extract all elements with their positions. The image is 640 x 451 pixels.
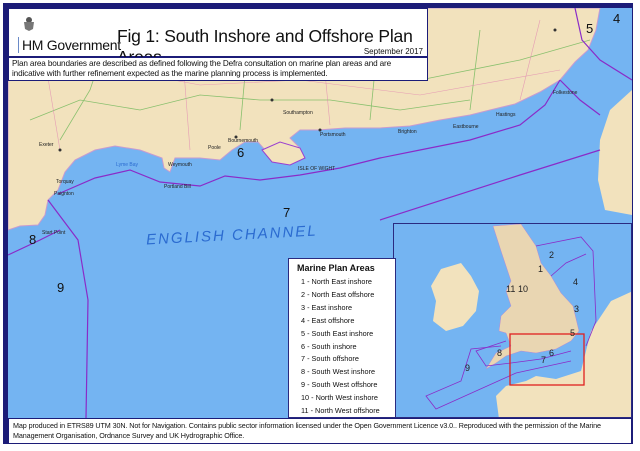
place-label: Exeter bbox=[39, 142, 54, 148]
area-number-4: 4 bbox=[613, 11, 621, 26]
place-label: Eastbourne bbox=[453, 124, 479, 130]
org-name: HM Government bbox=[18, 37, 121, 53]
legend-title: Marine Plan Areas bbox=[297, 263, 375, 273]
place-label: Paignton bbox=[54, 191, 74, 197]
inset-area-number: 7 bbox=[541, 355, 547, 365]
footer-note: Map produced in ETRS89 UTM 30N. Not for … bbox=[8, 418, 632, 444]
legend-item: 1 - North East inshore bbox=[301, 277, 372, 286]
legend-item: 7 - South offshore bbox=[301, 354, 359, 364]
inset-area-number: 9 bbox=[465, 363, 471, 373]
place-label: Folkestone bbox=[553, 90, 578, 96]
legend-item: 6 - South inshore bbox=[301, 341, 357, 351]
inset-area-number: 4 bbox=[573, 277, 579, 287]
place-label: Portland Bill bbox=[164, 184, 191, 190]
place-label: Lyme Bay bbox=[116, 162, 139, 168]
place-label: Bournemouth bbox=[228, 138, 259, 144]
legend-item: 10 - North West inshore bbox=[301, 393, 378, 403]
place-label: Torquay bbox=[56, 179, 74, 185]
inset-map[interactable]: 2 1 4 11 10 3 5 6 7 8 9 bbox=[393, 223, 632, 418]
place-label: Portsmouth bbox=[320, 132, 346, 138]
inset-area-number: 1 bbox=[538, 264, 544, 274]
area-number-8: 8 bbox=[29, 232, 37, 247]
place-label: Hastings bbox=[496, 112, 516, 118]
legend-item: 4 - East offshore bbox=[301, 315, 355, 325]
area-number-6: 6 bbox=[237, 145, 245, 160]
title-box: HM Government Fig 1: South Inshore and O… bbox=[8, 8, 428, 67]
royal-crest-icon bbox=[24, 17, 34, 31]
date-label: September 2017 bbox=[363, 47, 423, 56]
legend-item: 11 - North West offshore bbox=[301, 406, 380, 416]
description-note: Plan area boundaries are described as de… bbox=[8, 57, 428, 81]
area-number-7: 7 bbox=[283, 205, 291, 220]
legend-item: 5 - South East inshore bbox=[301, 328, 374, 338]
area-number-5: 5 bbox=[586, 21, 594, 36]
legend-item: 8 - South West inshore bbox=[301, 367, 376, 377]
inset-area-number: 8 bbox=[497, 348, 503, 358]
place-label: Southampton bbox=[283, 110, 313, 116]
inset-graphic bbox=[425, 224, 631, 417]
legend-item: 3 - East inshore bbox=[301, 302, 353, 312]
france-coast-land bbox=[598, 90, 632, 215]
place-label: Weymouth bbox=[168, 162, 192, 168]
legend: Marine Plan Areas 1 - North East inshore… bbox=[288, 258, 396, 418]
inset-area-number: 10 bbox=[518, 284, 529, 294]
place-label: Brighton bbox=[398, 129, 417, 135]
inset-area-number: 2 bbox=[549, 250, 555, 260]
inset-area-number: 6 bbox=[549, 348, 555, 358]
place-label: Poole bbox=[208, 145, 221, 151]
area-number-9: 9 bbox=[57, 280, 65, 295]
legend-item: 9 - South West offshore bbox=[301, 380, 378, 390]
inset-area-number: 5 bbox=[570, 328, 576, 338]
ireland-land bbox=[431, 263, 479, 331]
place-label: ISLE OF WIGHT bbox=[298, 166, 336, 172]
inset-area-number: 3 bbox=[574, 304, 580, 314]
legend-item: 2 - North East offshore bbox=[301, 289, 375, 299]
inset-area-number: 11 bbox=[506, 284, 516, 294]
place-label: Start Point bbox=[42, 230, 66, 236]
